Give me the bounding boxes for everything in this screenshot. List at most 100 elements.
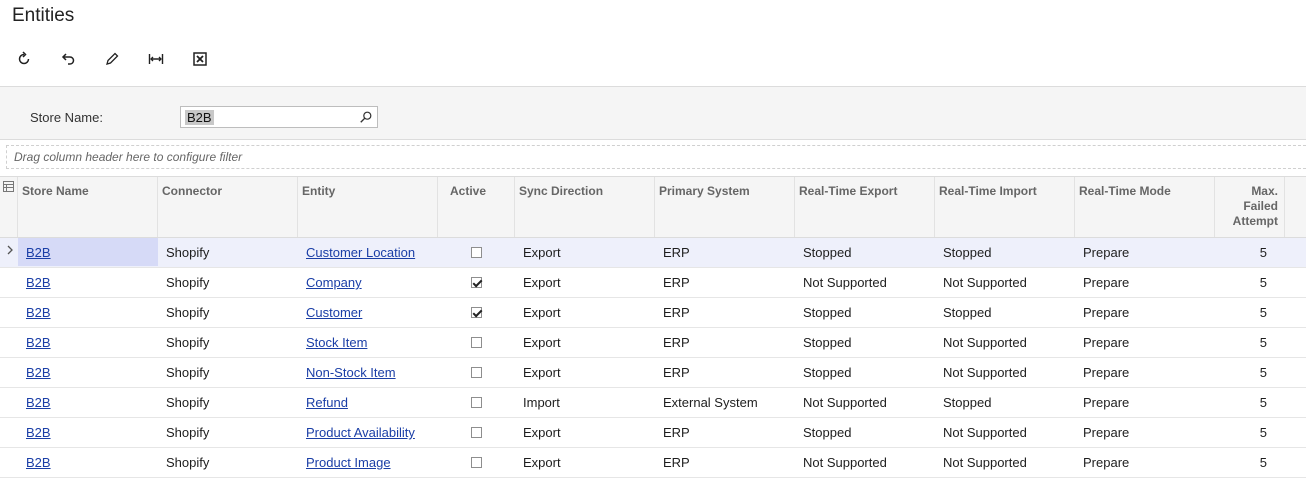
- column-header-active[interactable]: Active: [438, 177, 515, 237]
- cell-primary: ERP: [663, 365, 690, 380]
- cell-store: B2B: [18, 388, 158, 416]
- row-selector[interactable]: [0, 358, 18, 386]
- active-checkbox[interactable]: [471, 427, 482, 439]
- cell-rt-import: Not Supported: [943, 425, 1027, 440]
- cell-rt-export: Stopped: [803, 425, 852, 440]
- cell-primary: ERP: [663, 275, 690, 290]
- cell-max-failed: 5: [1259, 335, 1267, 350]
- active-checkbox[interactable]: [471, 397, 482, 409]
- active-checkbox[interactable]: [471, 307, 482, 319]
- cell-active: [438, 418, 515, 446]
- cell-rt-export: Stopped: [803, 305, 852, 320]
- cell-entity: Company: [298, 268, 438, 296]
- cell-sync: Import: [523, 395, 560, 410]
- cell-store: B2B: [18, 328, 158, 356]
- chevron-right-icon: [7, 245, 13, 255]
- refresh-icon: [18, 51, 30, 65]
- entity-link[interactable]: Non-Stock Item: [306, 365, 396, 380]
- row-selector[interactable]: [0, 448, 18, 476]
- column-header-real-time-import[interactable]: Real-Time Import: [935, 177, 1075, 237]
- grid-header: Store Name Connector Entity Active Sync …: [0, 176, 1306, 238]
- cell-primary: ERP: [663, 335, 690, 350]
- store-name-link[interactable]: B2B: [26, 305, 51, 320]
- column-header-store-name[interactable]: Store Name: [18, 177, 158, 237]
- entity-link[interactable]: Product Image: [306, 455, 391, 470]
- store-name-link[interactable]: B2B: [26, 245, 51, 260]
- column-settings-button[interactable]: [0, 177, 18, 237]
- fit-columns-button[interactable]: [142, 46, 170, 72]
- undo-icon: [61, 53, 75, 65]
- cell-store: B2B: [18, 268, 158, 296]
- cell-rt-mode: Prepare: [1083, 455, 1130, 470]
- max-failed-line-3: Attempt: [1232, 214, 1278, 228]
- table-row[interactable]: B2B Shopify Customer Location Export ERP Stop…: [0, 238, 1306, 268]
- search-icon[interactable]: [359, 110, 373, 124]
- column-header-sync-direction[interactable]: Sync Direction: [515, 177, 655, 237]
- cell-active: [438, 388, 515, 416]
- entity-link[interactable]: Customer Location: [306, 245, 415, 260]
- column-header-real-time-export[interactable]: Real-Time Export: [795, 177, 935, 237]
- entity-link[interactable]: Product Availability: [306, 425, 415, 440]
- active-checkbox[interactable]: [471, 277, 482, 289]
- cell-connector: Shopify: [166, 305, 210, 320]
- cell-sync: Export: [523, 305, 561, 320]
- cell-sync: Export: [523, 245, 561, 260]
- grid-settings-icon: [3, 181, 14, 192]
- column-header-real-time-mode[interactable]: Real-Time Mode: [1075, 177, 1215, 237]
- pencil-icon: [106, 52, 119, 65]
- cell-max-failed: 5: [1259, 395, 1267, 410]
- cell-store: B2B: [18, 298, 158, 326]
- row-selector[interactable]: [0, 328, 18, 356]
- active-checkbox[interactable]: [471, 457, 482, 469]
- column-header-connector[interactable]: Connector: [158, 177, 298, 237]
- refresh-button[interactable]: [10, 46, 38, 72]
- active-checkbox[interactable]: [471, 247, 482, 259]
- column-header-max-failed-attempt[interactable]: Max. Failed Attempt: [1215, 177, 1285, 237]
- cell-active: [438, 298, 515, 326]
- store-name-link[interactable]: B2B: [26, 455, 51, 470]
- undo-button[interactable]: [54, 46, 82, 72]
- store-name-link[interactable]: B2B: [26, 275, 51, 290]
- cell-rt-mode: Prepare: [1083, 425, 1130, 440]
- cell-sync: Export: [523, 335, 561, 350]
- cell-max-failed: 5: [1259, 245, 1267, 260]
- row-selector[interactable]: [0, 418, 18, 446]
- active-checkbox[interactable]: [471, 367, 482, 379]
- store-name-input[interactable]: B2B: [180, 106, 378, 128]
- cell-rt-export: Not Supported: [803, 275, 887, 290]
- export-excel-button[interactable]: [186, 46, 214, 72]
- entity-link[interactable]: Refund: [306, 395, 348, 410]
- entity-link[interactable]: Customer: [306, 305, 362, 320]
- table-row[interactable]: B2B Shopify Product Availability Export ERP S…: [0, 418, 1306, 448]
- column-header-primary-system[interactable]: Primary System: [655, 177, 795, 237]
- filter-drop-area[interactable]: Drag column header here to configure fil…: [6, 145, 1306, 169]
- edit-button[interactable]: [98, 46, 126, 72]
- store-name-link[interactable]: B2B: [26, 425, 51, 440]
- row-selector[interactable]: [0, 388, 18, 416]
- store-name-link[interactable]: B2B: [26, 335, 51, 350]
- table-row[interactable]: B2B Shopify Refund Import External System Not…: [0, 388, 1306, 418]
- filter-panel: Store Name: B2B: [0, 86, 1306, 140]
- row-selector[interactable]: [0, 238, 18, 266]
- table-row[interactable]: B2B Shopify Stock Item Export ERP Stopped Not …: [0, 328, 1306, 358]
- store-name-label: Store Name:: [30, 110, 103, 125]
- store-name-link[interactable]: B2B: [26, 365, 51, 380]
- cell-connector: Shopify: [166, 455, 210, 470]
- entity-link[interactable]: Stock Item: [306, 335, 367, 350]
- entities-grid: Store Name Connector Entity Active Sync …: [0, 176, 1306, 478]
- active-checkbox[interactable]: [471, 337, 482, 349]
- entity-link[interactable]: Company: [306, 275, 362, 290]
- row-selector[interactable]: [0, 268, 18, 296]
- row-selector[interactable]: [0, 298, 18, 326]
- table-row[interactable]: B2B Shopify Non-Stock Item Export ERP Stopped…: [0, 358, 1306, 388]
- cell-store: B2B: [18, 238, 158, 266]
- cell-rt-import: Stopped: [943, 245, 992, 260]
- table-row[interactable]: B2B Shopify Customer Export ERP Stopped Stoppe…: [0, 298, 1306, 328]
- cell-rt-import: Not Supported: [943, 335, 1027, 350]
- column-header-entity[interactable]: Entity: [298, 177, 438, 237]
- store-name-link[interactable]: B2B: [26, 395, 51, 410]
- cell-primary: External System: [663, 395, 758, 410]
- table-row[interactable]: B2B Shopify Company Export ERP Not Supported N…: [0, 268, 1306, 298]
- fit-width-icon: [148, 54, 164, 64]
- cell-active: [438, 268, 515, 296]
